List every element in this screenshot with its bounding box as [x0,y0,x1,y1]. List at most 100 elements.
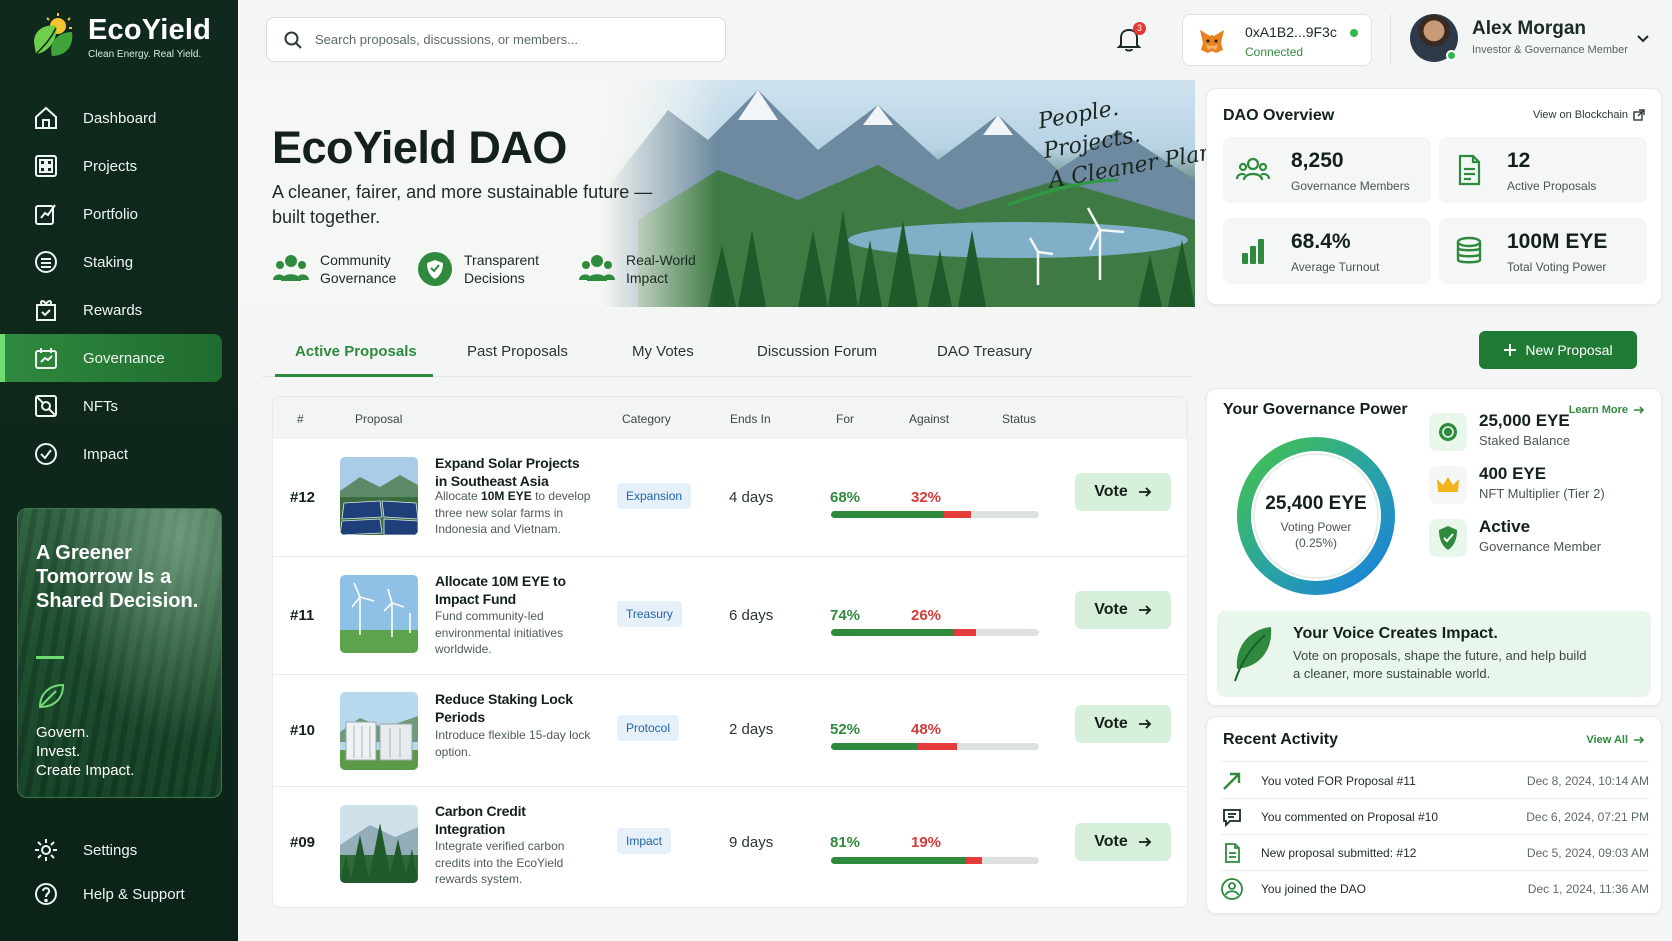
comment-icon [1223,809,1241,828]
shield-icon [418,252,452,286]
community-icon [273,255,309,281]
vote-button[interactable]: Vote [1075,591,1171,629]
stat-label: Average Turnout [1291,260,1380,274]
portfolio-icon [35,204,56,225]
sidebar-item-dashboard[interactable]: Dashboard [0,94,222,142]
stat-voting-power: 100M EYE Total Voting Power [1439,218,1647,284]
sidebar-item-impact[interactable]: Impact [0,430,222,478]
col-ends: Ends In [730,412,771,426]
proposal-description: Allocate 10M EYE to develop three new so… [435,489,591,536]
solar-panels-image [340,457,418,535]
governance-power-title: Your Governance Power [1223,401,1408,418]
sidebar-item-label: Projects [83,157,138,175]
ends-in: 2 days [729,721,774,738]
chevron-down-icon[interactable] [1636,32,1650,46]
recent-activity-title: Recent Activity [1223,731,1338,748]
search-bar[interactable] [266,17,726,62]
item-label: Staked Balance [1479,433,1571,448]
wallet-button[interactable]: 0xA1B2...9F3c Connected [1182,14,1372,66]
table-row[interactable]: #11 Allocate 10M EYE to Impact Fund Fund… [273,557,1187,675]
brand-logo[interactable]: EcoYield Clean Energy. Real Yield. [28,12,211,62]
proposal-id: #09 [290,834,316,851]
arrow-right-icon [1138,605,1152,615]
item-label: Governance Member [1479,539,1602,554]
tab-dao-treasury[interactable]: DAO Treasury [937,343,1032,360]
search-input[interactable] [315,32,695,47]
list-item[interactable]: You voted FOR Proposal #11 Dec 8, 2024, … [1221,763,1649,799]
col-status: Status [1002,412,1037,426]
home-icon [35,106,57,129]
promo-subtitle: Govern. Invest. Create Impact. [36,724,135,779]
view-on-blockchain-link[interactable]: View on Blockchain [1533,109,1645,121]
sidebar-item-nfts[interactable]: NFTs [0,382,222,430]
new-proposal-button[interactable]: New Proposal [1479,331,1637,369]
shield-check-icon [1429,519,1467,557]
proposal-title[interactable]: Allocate 10M EYE to Impact Fund [435,572,595,608]
impact-description: Vote on proposals, shape the future, and… [1293,648,1587,681]
for-percent: 68% [830,489,861,506]
sidebar-item-settings[interactable]: Settings [0,826,222,874]
staked-coin-icon [1429,413,1467,451]
sidebar-item-label: Impact [83,445,129,463]
hero-feature-impact: Real-World Impact [578,250,706,288]
category-badge: Treasury [617,601,682,627]
activity-date: Dec 8, 2024, 10:14 AM [1526,774,1649,788]
col-against: Against [909,412,950,426]
vote-button[interactable]: Vote [1075,473,1171,511]
battery-storage-image [340,692,418,770]
sidebar-item-help[interactable]: Help & Support [0,870,222,918]
sidebar-item-staking[interactable]: Staking [0,238,222,286]
impact-callout: Your Voice Creates Impact. Vote on propo… [1217,611,1651,697]
list-item[interactable]: You commented on Proposal #10 Dec 6, 202… [1221,799,1649,835]
sidebar-item-label: Rewards [83,301,143,319]
against-bar-fill [954,629,976,636]
list-item[interactable]: New proposal submitted: #12 Dec 5, 2024,… [1221,835,1649,871]
wallet-address: 0xA1B2...9F3c [1245,24,1337,40]
table-row[interactable]: #10 Reduce Staking Lock Periods Introduc… [273,675,1187,787]
forest-image [340,805,418,883]
tab-past-proposals[interactable]: Past Proposals [467,343,568,360]
plus-icon [1504,344,1517,356]
sidebar-item-portfolio[interactable]: Portfolio [0,190,222,238]
sidebar-item-projects[interactable]: Projects [0,142,222,190]
view-all-link[interactable]: View All [1586,734,1645,746]
voting-power-donut [1237,437,1395,595]
sidebar-item-label: Help & Support [83,885,185,903]
list-item[interactable]: You joined the DAO Dec 1, 2024, 11:36 AM [1221,871,1649,907]
stat-active-proposals: 12 Active Proposals [1439,137,1647,203]
for-bar-fill [831,743,918,750]
wind-turbines-image [340,575,418,653]
stat-label: Total Voting Power [1507,260,1607,274]
notifications-button[interactable]: 3 [1114,22,1146,54]
voting-power-value: 25,400 EYE [1265,493,1367,514]
promo-title: A Greener Tomorrow Is a Shared Decision. [36,542,199,612]
vote-button[interactable]: Vote [1075,705,1171,743]
recent-activity-card: Recent Activity View All You voted FOR P… [1206,716,1662,914]
proposal-title[interactable]: Reduce Staking Lock Periods [435,690,595,726]
grid-icon [35,155,57,177]
proposal-title[interactable]: Carbon Credit Integration [435,802,595,838]
table-row[interactable]: #09 Carbon Credit Integration Integrate … [273,787,1187,907]
sidebar-item-governance[interactable]: Governance [0,334,222,382]
notification-badge: 3 [1133,22,1146,35]
hero-feature-label: Community Governance [320,252,397,286]
tab-active-proposals[interactable]: Active Proposals [295,343,417,360]
against-percent: 32% [911,489,942,506]
item-value: 400 EYE [1479,464,1547,483]
against-percent: 19% [911,834,942,851]
user-name[interactable]: Alex Morgan [1472,18,1586,40]
sidebar-item-label: Staking [83,253,134,271]
sidebar-item-rewards[interactable]: Rewards [0,286,222,334]
proposal-description: Introduce flexible 15-day lock option. [435,728,591,759]
tab-my-votes[interactable]: My Votes [632,343,694,360]
tab-discussion-forum[interactable]: Discussion Forum [757,343,877,360]
arrow-right-icon [1634,736,1645,744]
col-num: # [297,412,304,426]
proposal-id: #11 [290,607,315,624]
vote-button[interactable]: Vote [1075,823,1171,861]
bar-chart-icon [1242,239,1264,264]
table-row[interactable]: #12 Expand Solar Projects in Southeast A… [273,439,1187,557]
arrow-right-icon [1634,406,1645,414]
proposal-title[interactable]: Expand Solar Projects in Southeast Asia [435,454,595,490]
learn-more-link[interactable]: Learn More [1569,404,1645,416]
